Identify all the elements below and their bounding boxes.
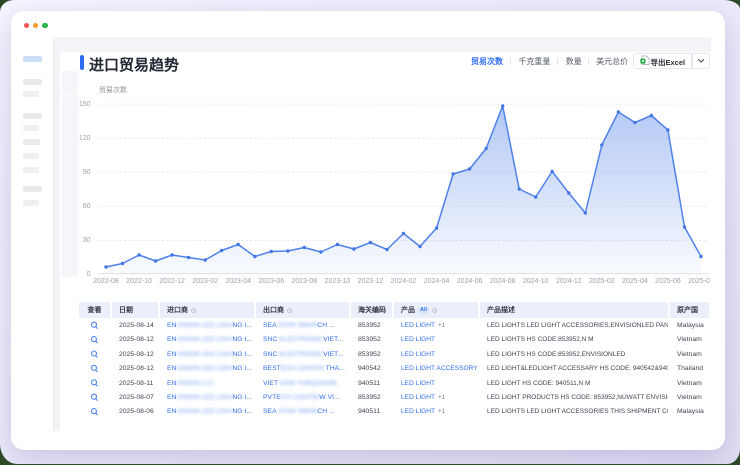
svg-text:2023-12: 2023-12	[358, 278, 384, 285]
svg-text:2023-10: 2023-10	[325, 278, 351, 285]
svg-text:2024-04: 2024-04	[424, 278, 450, 285]
svg-text:2023-06: 2023-06	[258, 278, 284, 285]
svg-text:2025-06: 2025-06	[655, 278, 681, 285]
svg-text:2024-10: 2024-10	[523, 278, 549, 285]
svg-text:2024-12: 2024-12	[556, 278, 582, 285]
svg-text:2022-12: 2022-12	[159, 278, 185, 285]
svg-text:2024-06: 2024-06	[457, 278, 483, 285]
svg-text:2024-02: 2024-02	[391, 278, 417, 285]
svg-text:2024-08: 2024-08	[490, 278, 516, 285]
svg-text:2025-04: 2025-04	[622, 278, 648, 285]
svg-text:2022-08: 2022-08	[93, 278, 119, 285]
svg-text:2025-02: 2025-02	[589, 278, 615, 285]
svg-text:2023-02: 2023-02	[192, 278, 218, 285]
svg-text:2025-08: 2025-08	[688, 278, 714, 285]
svg-text:2023-04: 2023-04	[225, 278, 251, 285]
svg-text:2023-08: 2023-08	[291, 278, 317, 285]
svg-text:2022-10: 2022-10	[126, 278, 152, 285]
